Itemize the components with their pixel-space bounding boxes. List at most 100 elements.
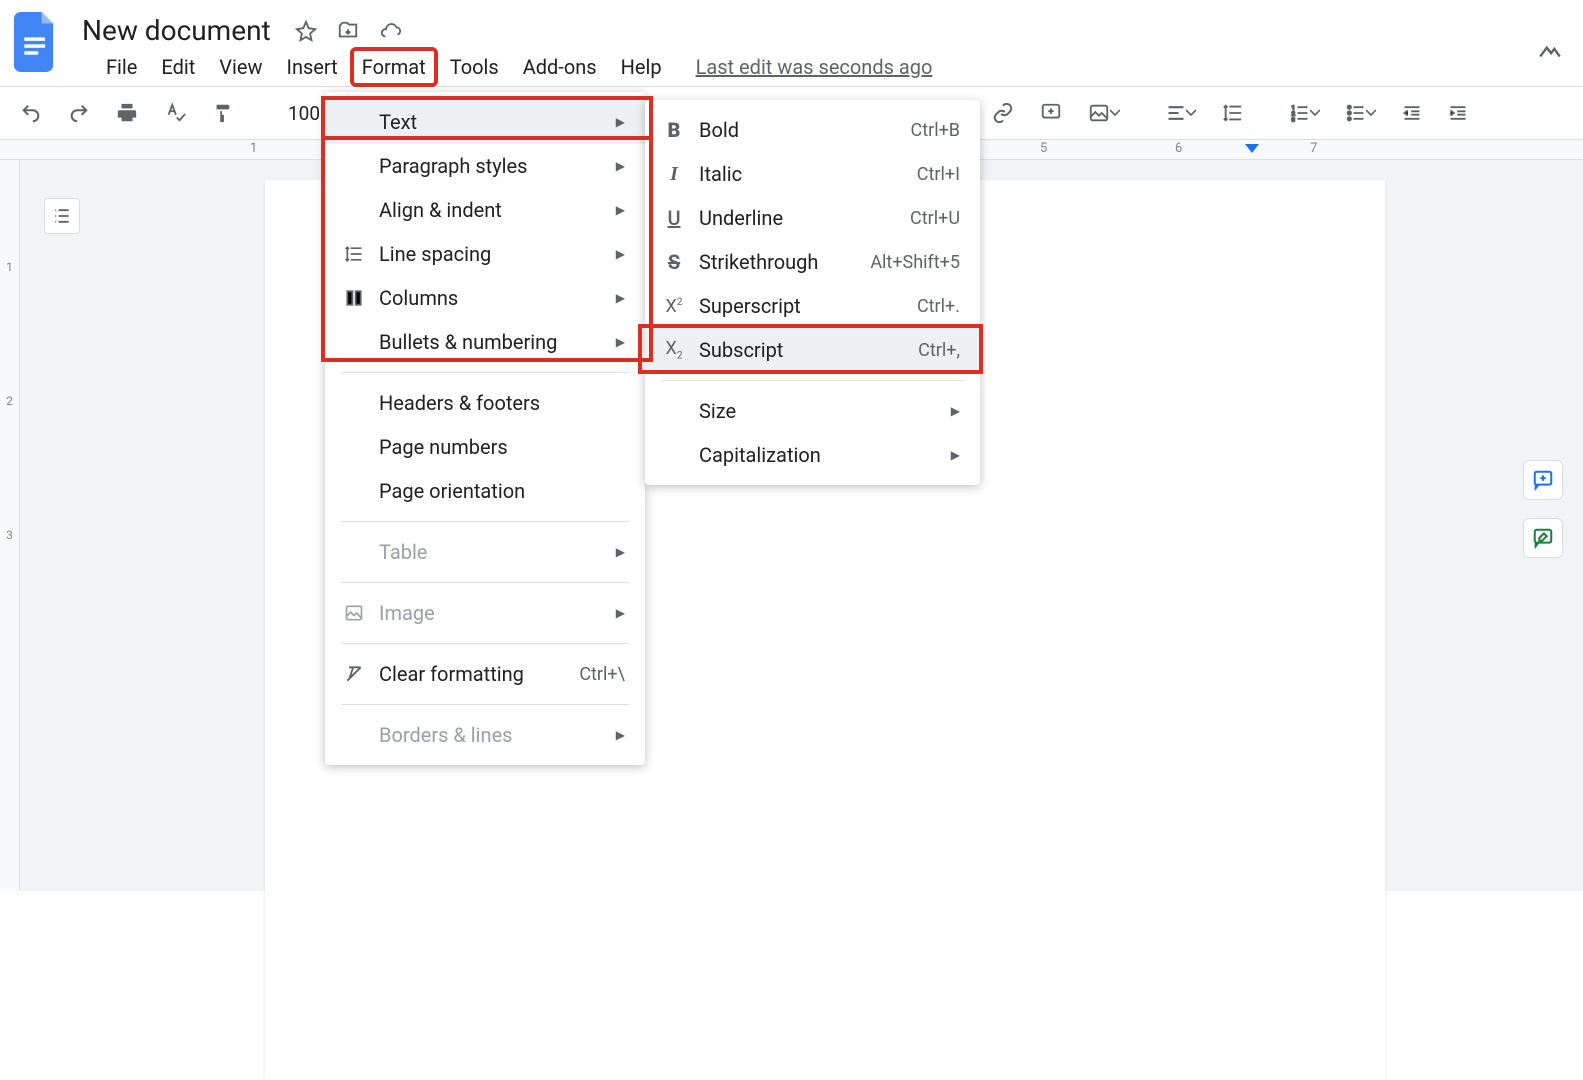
move-icon[interactable] [337,20,359,42]
format-menu-item-paragraph-styles[interactable]: Paragraph styles ▶ [325,144,645,188]
menu-file[interactable]: File [96,49,147,85]
decrease-indent-button[interactable] [1394,97,1430,129]
text-submenu: BBoldCtrl+BIItalicCtrl+IUUnderlineCtrl+U… [645,100,980,485]
format-menu-item-page-orientation[interactable]: Page orientation [325,469,645,513]
menu-view[interactable]: View [209,49,272,85]
docs-logo[interactable] [12,12,62,72]
increase-indent-button[interactable] [1440,97,1476,129]
menu-help[interactable]: Help [611,49,672,85]
last-edit-link[interactable]: Last edit was seconds ago [696,55,933,79]
U-icon: U [663,206,685,230]
ls-icon [343,244,365,264]
menu-insert[interactable]: Insert [277,49,348,85]
menu-edit[interactable]: Edit [151,49,205,85]
document-outline-button[interactable] [44,198,80,234]
paint-format-button[interactable] [204,96,242,130]
star-icon[interactable] [295,20,317,42]
X2-icon: X2 [663,296,685,317]
menu-item-label: Bold [699,118,896,142]
submenu-arrow-icon: ▶ [616,247,625,261]
text-menu-item-superscript[interactable]: X2 Superscript Ctrl+. [645,284,980,328]
menu-item-label: Line spacing [379,242,602,266]
format-menu: Text▶Paragraph styles▶Align & indent▶Lin… [325,92,645,765]
submenu-arrow-icon: ▶ [616,728,625,742]
submenu-arrow-icon: ▶ [951,404,960,418]
submenu-arrow-icon: ▶ [616,115,625,129]
menu-shortcut: Ctrl+, [918,340,960,361]
text-menu-item-bold[interactable]: BBoldCtrl+B [645,108,980,152]
vertical-ruler[interactable]: 1 2 3 [0,160,20,891]
menu-item-label: Borders & lines [379,723,602,747]
format-menu-item-table: Table▶ [325,530,645,574]
format-menu-item-page-numbers[interactable]: Page numbers [325,425,645,469]
menu-item-label: Italic [699,162,903,186]
menu-item-label: Subscript [699,338,904,362]
text-menu-item-capitalization[interactable]: Capitalization▶ [645,433,980,477]
menu-shortcut: Ctrl+\ [579,664,625,685]
menu-addons[interactable]: Add-ons [513,49,607,85]
format-menu-item-align-indent[interactable]: Align & indent ▶ [325,188,645,232]
bulleted-list-button[interactable] [1338,97,1384,129]
cloud-status-icon[interactable] [379,20,403,42]
menu-item-label: Clear formatting [379,662,565,686]
menu-shortcut: Ctrl+I [917,164,960,185]
suggest-edits-side-button[interactable] [1523,518,1563,558]
menu-item-label: Table [379,540,602,564]
menu-item-label: Superscript [699,294,903,318]
menu-item-label: Image [379,601,602,625]
menu-item-label: Underline [699,206,896,230]
text-menu-item-size[interactable]: Size ▶ [645,389,980,433]
text-menu-item-subscript[interactable]: X2 Subscript Ctrl+, [645,328,980,372]
menu-format[interactable]: Format [352,49,436,85]
document-title[interactable]: New document [82,14,271,47]
format-menu-item-headers-footers[interactable]: Headers & footers [325,381,645,425]
submenu-arrow-icon: ▶ [616,606,625,620]
align-button[interactable] [1158,97,1204,129]
menu-shortcut: Ctrl+B [910,120,960,141]
menu-item-label: Page orientation [379,479,625,503]
menu-item-label: Text [379,110,602,134]
format-menu-item-borders-lines: Borders & lines ▶ [325,713,645,757]
title-bar: New document [0,0,1583,48]
add-comment-side-button[interactable] [1523,460,1563,500]
submenu-arrow-icon: ▶ [616,159,625,173]
menu-item-label: Capitalization [699,443,937,467]
I-icon: I [663,163,685,186]
menu-bar: File Edit View Insert Format Tools Add-o… [0,48,1583,86]
menu-tools[interactable]: Tools [440,49,509,85]
numbered-list-button[interactable]: 123 [1282,97,1328,129]
format-menu-item-clear-formatting[interactable]: Clear formatting Ctrl+\ [325,652,645,696]
format-menu-item-columns[interactable]: Columns ▶ [325,276,645,320]
spellcheck-button[interactable] [156,96,194,130]
format-menu-item-line-spacing[interactable]: Line spacing ▶ [325,232,645,276]
right-indent-marker[interactable] [1245,144,1259,153]
menu-shortcut: Alt+Shift+5 [870,252,960,273]
submenu-arrow-icon: ▶ [616,291,625,305]
submenu-arrow-icon: ▶ [616,203,625,217]
print-button[interactable] [108,96,146,130]
format-menu-item-text[interactable]: Text ▶ [325,100,645,144]
clear-icon [343,664,365,684]
redo-button[interactable] [60,96,98,130]
X2s-icon: X2 [663,338,685,362]
menu-item-label: Bullets & numbering [379,330,602,354]
add-comment-button[interactable] [1032,96,1070,130]
line-spacing-button[interactable] [1214,96,1252,130]
menu-shortcut: Ctrl+. [917,296,960,317]
text-menu-item-italic[interactable]: I Italic Ctrl+I [645,152,980,196]
col-icon [343,288,365,308]
menu-item-label: Paragraph styles [379,154,602,178]
menu-item-label: Size [699,399,937,423]
insert-image-button[interactable] [1080,96,1128,130]
menu-item-label: Align & indent [379,198,602,222]
explore-icon[interactable] [1537,38,1563,64]
menu-item-label: Page numbers [379,435,625,459]
text-menu-item-underline[interactable]: UUnderlineCtrl+U [645,196,980,240]
undo-button[interactable] [12,96,50,130]
format-menu-item-bullets-numbering[interactable]: Bullets & numbering▶ [325,320,645,364]
menu-item-label: Columns [379,286,602,310]
text-menu-item-strikethrough[interactable]: SStrikethroughAlt+Shift+5 [645,240,980,284]
insert-link-button[interactable] [984,96,1022,130]
img-icon [343,603,365,623]
S-icon: S [663,250,685,274]
